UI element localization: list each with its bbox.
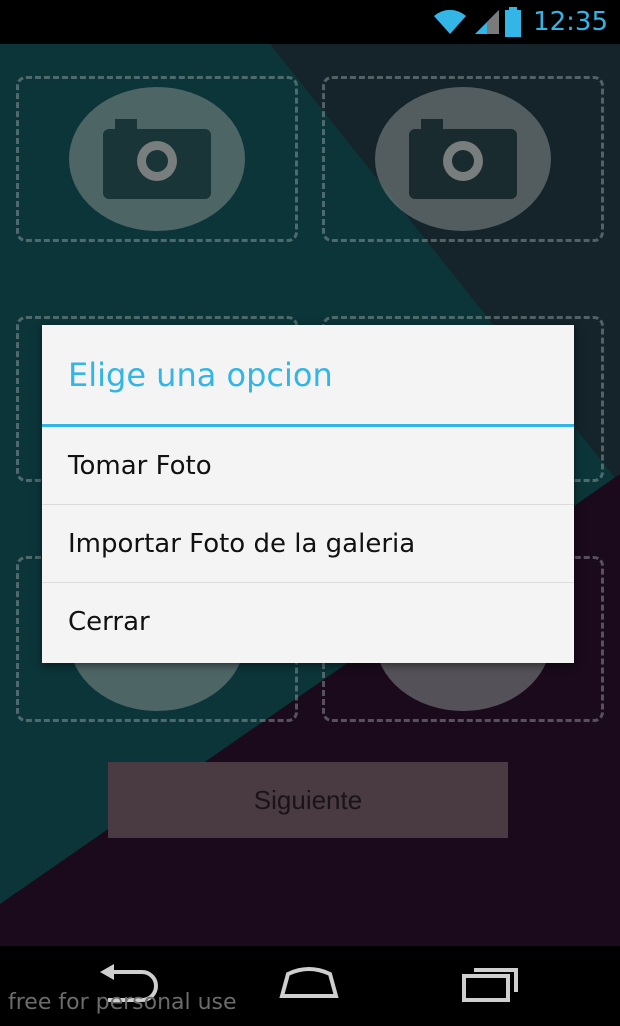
home-icon[interactable]: [278, 964, 340, 1004]
camera-icon: [375, 87, 551, 231]
dialog-item-close[interactable]: Cerrar: [42, 583, 574, 661]
watermark-text: free for personal use: [8, 990, 237, 1015]
status-bar: 12:35: [0, 0, 620, 44]
camera-icon: [69, 87, 245, 231]
dialog-title: Elige una opcion: [42, 325, 574, 427]
photo-slot-1[interactable]: [16, 76, 298, 242]
option-dialog: Elige una opcion Tomar Foto Importar Fot…: [42, 325, 574, 663]
photo-slot-2[interactable]: [322, 76, 604, 242]
status-icons: 12:35: [433, 0, 608, 44]
next-button[interactable]: Siguiente: [108, 762, 508, 838]
dialog-item-take-photo[interactable]: Tomar Foto: [42, 427, 574, 505]
wifi-icon: [434, 9, 467, 35]
dialog-item-import-gallery[interactable]: Importar Foto de la galeria: [42, 505, 574, 583]
clock: 12:35: [533, 7, 608, 37]
battery-icon: [505, 7, 522, 37]
signal-icon: [475, 10, 500, 34]
recents-icon[interactable]: [460, 964, 522, 1004]
